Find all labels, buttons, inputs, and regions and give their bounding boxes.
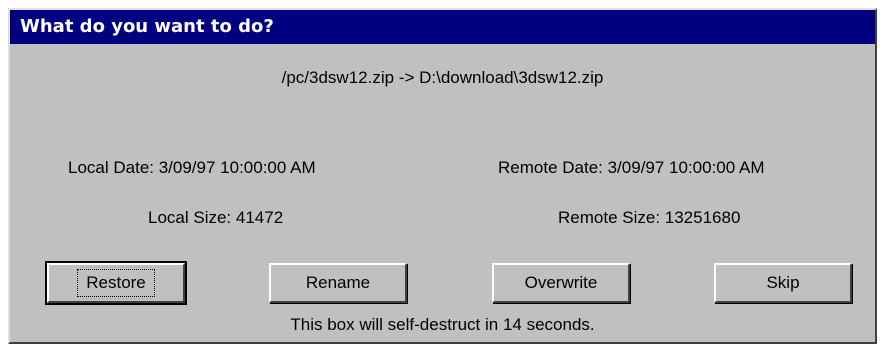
remote-date: Remote Date: 3/09/97 10:00:00 AM (498, 158, 765, 177)
overwrite-dialog: What do you want to do? /pc/3dsw12.zip -… (8, 8, 877, 344)
local-date: Local Date: 3/09/97 10:00:00 AM (68, 158, 316, 177)
overwrite-button[interactable]: Overwrite (492, 263, 630, 303)
skip-button[interactable]: Skip (714, 263, 852, 303)
local-size: Local Size: 41472 (148, 208, 284, 227)
restore-button[interactable]: Restore (45, 261, 187, 305)
restore-button-label: Restore (77, 269, 155, 297)
remote-size: Remote Size: 13251680 (558, 208, 741, 227)
rename-button[interactable]: Rename (269, 263, 407, 303)
countdown-message: This box will self-destruct in 14 second… (290, 315, 595, 334)
transfer-path: /pc/3dsw12.zip -> D:\download\3dsw12.zip (281, 68, 604, 87)
dialog-title: What do you want to do? (10, 10, 875, 44)
